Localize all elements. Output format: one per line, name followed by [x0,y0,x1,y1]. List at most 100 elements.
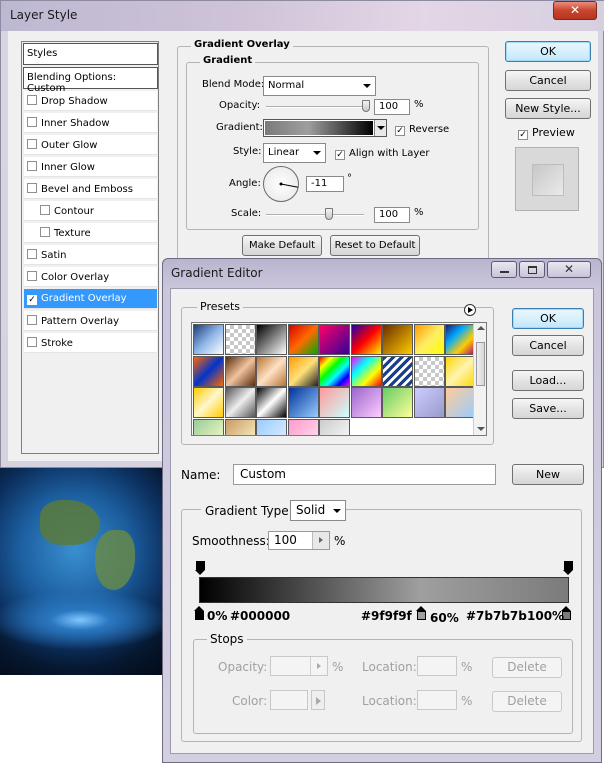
style-item-checkbox[interactable] [27,183,37,193]
angle-dial[interactable] [263,166,299,202]
preset-swatch[interactable] [256,418,287,435]
presets-scrollbar[interactable] [473,323,486,435]
style-item[interactable]: Texture [24,223,157,243]
style-item[interactable]: Color Overlay [24,267,157,287]
stop-opacity-location-input[interactable] [417,656,457,676]
preset-swatch[interactable] [287,355,319,387]
scale-input[interactable]: 100 [374,207,410,223]
new-style-button[interactable]: New Style... [505,98,591,119]
preview-checkbox[interactable]: ✓ Preview [518,126,575,140]
minimize-button[interactable] [491,261,517,278]
preset-swatch[interactable] [319,387,350,418]
preset-swatch[interactable] [382,355,413,387]
align-checkbox-box[interactable]: ✓ [335,150,345,160]
close-button[interactable]: ✕ [553,1,597,20]
style-item[interactable]: Inner Glow [24,157,157,177]
preset-swatch[interactable] [193,418,224,435]
ge-close-button[interactable]: ✕ [547,261,591,278]
preset-swatch[interactable] [224,355,256,387]
opacity-stop-right[interactable] [563,561,574,575]
delete-color-stop-button[interactable]: Delete [492,691,562,712]
presets-menu-button[interactable] [464,304,476,316]
opacity-input[interactable]: 100 [374,99,410,115]
layer-style-titlebar[interactable] [1,1,604,31]
style-item-checkbox[interactable] [27,271,37,281]
name-input[interactable]: Custom [233,464,496,485]
preset-swatch[interactable] [256,355,287,387]
style-item-checkbox[interactable] [27,95,37,105]
style-item[interactable]: ✓ Gradient Overlay [24,289,157,309]
preset-swatch[interactable] [256,324,287,355]
style-item-checkbox[interactable] [27,161,37,171]
style-item-checkbox[interactable] [27,315,37,325]
stop-opacity-input[interactable] [270,656,328,676]
new-gradient-button[interactable]: New [512,464,584,485]
scroll-down-icon[interactable] [477,427,485,431]
style-item[interactable]: Stroke [24,333,157,353]
preset-swatch[interactable] [287,418,319,435]
blending-options-item[interactable]: Blending Options: Custom [23,67,158,94]
style-item-checkbox[interactable] [40,205,50,215]
preset-swatch[interactable] [319,418,350,435]
cancel-button[interactable]: Cancel [505,70,591,91]
opacity-stop-left[interactable] [195,561,206,575]
preset-swatch[interactable] [382,387,413,418]
stop-color-swatch[interactable] [270,690,308,710]
presets-scroll-thumb[interactable] [476,342,485,386]
preset-swatch[interactable] [319,324,350,355]
style-item[interactable]: Satin [24,245,157,265]
blend-mode-select[interactable]: Normal [263,76,376,96]
stop-color-menu[interactable] [311,690,325,710]
color-stop[interactable] [194,606,205,620]
style-item[interactable]: Outer Glow [24,135,157,155]
preset-swatch[interactable] [413,355,445,387]
align-with-layer-checkbox[interactable]: ✓ Align with Layer [335,146,430,160]
smoothness-stepper[interactable] [312,532,329,549]
gradient-ramp[interactable] [199,577,569,603]
style-item-checkbox[interactable] [27,249,37,259]
make-default-button[interactable]: Make Default [242,235,322,256]
reset-to-default-button[interactable]: Reset to Default [330,235,420,256]
style-item-checkbox[interactable] [27,139,37,149]
preset-swatch[interactable] [224,324,256,355]
style-item-checkbox[interactable] [40,227,50,237]
style-item-checkbox[interactable]: ✓ [27,295,37,305]
style-item-checkbox[interactable] [27,337,37,347]
preset-swatch[interactable] [256,387,287,418]
ge-cancel-button[interactable]: Cancel [512,335,584,356]
preview-checkbox-box[interactable]: ✓ [518,130,528,140]
color-stop[interactable] [416,606,427,620]
preset-swatch[interactable] [350,324,382,355]
stop-opacity-stepper[interactable] [310,657,327,675]
preset-swatch[interactable] [287,387,319,418]
style-item[interactable]: Drop Shadow [24,91,157,111]
gradient-picker[interactable] [263,119,387,137]
preset-swatch[interactable] [319,355,350,387]
styles-header[interactable]: Styles [23,43,158,65]
style-item[interactable]: Contour [24,201,157,221]
load-button[interactable]: Load... [512,370,584,391]
preset-swatch[interactable] [445,355,476,387]
preset-swatch[interactable] [224,387,256,418]
save-button[interactable]: Save... [512,398,584,419]
preset-swatch[interactable] [413,324,445,355]
gradient-type-select[interactable]: Solid [290,500,346,521]
preset-swatch[interactable] [193,324,224,355]
preset-swatch[interactable] [350,387,382,418]
ok-button[interactable]: OK [505,41,591,62]
opacity-slider-thumb[interactable] [362,100,370,112]
reverse-checkbox[interactable]: ✓ Reverse [395,122,449,136]
preset-swatch[interactable] [193,387,224,418]
gradient-preview-swatch[interactable] [265,121,373,135]
preset-swatch[interactable] [413,387,445,418]
delete-opacity-stop-button[interactable]: Delete [492,657,562,678]
scale-slider-thumb[interactable] [324,208,333,220]
gradient-dropdown-button[interactable] [374,120,386,136]
maximize-button[interactable] [519,261,545,278]
scroll-up-icon[interactable] [477,326,485,330]
preset-swatch[interactable] [193,355,224,387]
reverse-checkbox-box[interactable]: ✓ [395,126,405,136]
style-item[interactable]: Inner Shadow [24,113,157,133]
preset-swatch[interactable] [445,387,476,418]
smoothness-input[interactable]: 100 [268,531,330,550]
